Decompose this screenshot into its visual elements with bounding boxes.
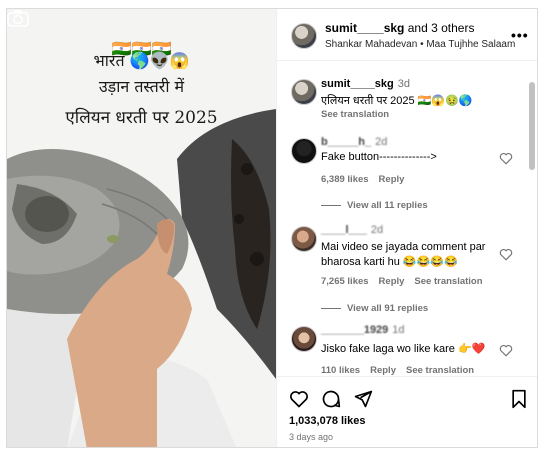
share-icon[interactable]	[353, 389, 373, 409]
action-bar: 1,033,078 likes 3 days ago	[277, 376, 537, 447]
post-panel: sumit____skg and 3 others Shankar Mahade…	[276, 9, 537, 447]
see-translation-button[interactable]: See translation	[414, 276, 482, 287]
comment-text: Jisko fake laga wo like kare 👉❤️	[321, 343, 486, 355]
comment-username-text[interactable]: ____l___	[321, 224, 367, 236]
heart-icon[interactable]	[499, 248, 513, 261]
avatar[interactable]	[291, 326, 317, 352]
caption-time: 3d	[397, 78, 411, 90]
comment-username[interactable]: _______1929 1d	[321, 324, 405, 336]
comment-time: 2d	[375, 136, 388, 148]
comment-likes[interactable]: 6,389 likes	[321, 174, 369, 185]
see-translation-button[interactable]: See translation	[406, 365, 474, 376]
comment-time: 1d	[392, 324, 405, 336]
caption-line-2: उड़ान तस्तरी में	[98, 77, 185, 96]
caption-see-translation[interactable]: See translation	[321, 109, 389, 120]
comment-likes[interactable]: 7,265 likes	[321, 276, 369, 287]
view-replies-button[interactable]: View all 11 replies	[321, 200, 428, 211]
caption-text: एलियन धरती पर 2025 🇮🇳😱🤢🌎	[321, 95, 473, 107]
reply-button[interactable]: Reply	[370, 365, 396, 376]
heart-icon[interactable]	[499, 344, 513, 357]
header-username[interactable]: sumit____skg	[325, 21, 404, 35]
comment-username-text[interactable]: _______1929	[321, 324, 388, 336]
avatar[interactable]	[291, 226, 317, 252]
comment-username[interactable]: b_____h_ 2d	[321, 136, 387, 148]
comment-username[interactable]: ____l___ 2d	[321, 224, 383, 236]
caption-username-text[interactable]: sumit____skg	[321, 78, 394, 90]
comment-likes[interactable]: 110 likes	[321, 365, 360, 376]
audio-label[interactable]: Shankar Mahadevan • Maa Tujhhe Salaam	[325, 39, 515, 50]
likes-count[interactable]: 1,033,078 likes	[289, 415, 365, 427]
avatar[interactable]	[291, 79, 317, 105]
more-icon[interactable]: •••	[511, 27, 529, 43]
comment-username-text[interactable]: b_____h_	[321, 136, 371, 148]
comments-list[interactable]: sumit____skg 3d एलियन धरती पर 2025 🇮🇳😱🤢🌎 …	[277, 62, 537, 376]
comment-icon[interactable]	[321, 389, 341, 409]
post-media[interactable]: 🇮🇳🇮🇳🇮🇳 भारत 🌎👽😱 उड़ान तस्तरी में एलियन ध…	[7, 9, 276, 447]
post-header: sumit____skg and 3 others Shankar Mahade…	[277, 9, 537, 61]
avatar[interactable]	[291, 138, 317, 164]
comment-time: 2d	[370, 224, 384, 236]
avatar[interactable]	[291, 23, 317, 49]
post-time: 3 days ago	[289, 432, 334, 442]
post-frame: 🇮🇳🇮🇳🇮🇳 भारत 🌎👽😱 उड़ान तस्तरी में एलियन ध…	[6, 8, 538, 448]
heart-icon[interactable]	[499, 152, 513, 165]
caption-line-3: एलियन धरती पर 2025	[65, 108, 218, 128]
header-others[interactable]: and 3 others	[404, 21, 475, 35]
comment-meta: 6,389 likes Reply	[321, 174, 414, 185]
comment-text: Fake button-------------->	[321, 151, 437, 163]
caption-username[interactable]: sumit____skg 3d	[321, 78, 410, 90]
comment-meta: 110 likes Reply See translation	[321, 365, 484, 376]
view-replies-button[interactable]: View all 91 replies	[321, 303, 428, 314]
reply-button[interactable]: Reply	[379, 174, 405, 185]
caption-line-1: भारत 🌎👽😱	[93, 51, 190, 70]
scrollbar[interactable]	[529, 82, 535, 170]
reply-button[interactable]: Reply	[379, 276, 405, 287]
camera-icon[interactable]	[7, 9, 29, 27]
comment-meta: 7,265 likes Reply See translation	[321, 276, 493, 287]
comment-text: Mai video se jayada comment par bharosa …	[321, 241, 486, 268]
bookmark-icon[interactable]	[509, 389, 529, 409]
heart-icon[interactable]	[289, 389, 309, 409]
header-title: sumit____skg and 3 others	[325, 21, 474, 35]
